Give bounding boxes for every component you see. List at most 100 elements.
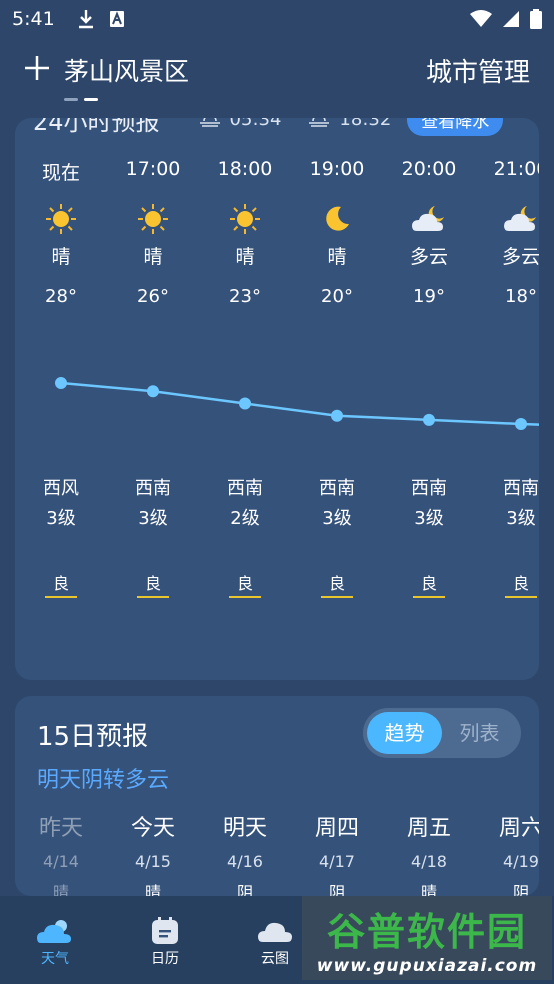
wind-level: 3级 bbox=[506, 508, 536, 529]
status-bar: 5:41 bbox=[0, 0, 554, 38]
day-name: 周五 bbox=[406, 816, 451, 841]
hour-temperature: 23° bbox=[229, 286, 261, 307]
header: 茅山风景区 城市管理 bbox=[0, 40, 554, 100]
nav-weather-label: 天气 bbox=[41, 951, 69, 967]
wind-direction: 西南 bbox=[411, 478, 447, 499]
city-name[interactable]: 茅山风景区 bbox=[64, 52, 189, 88]
hourly-item: 21:00 多云 18° bbox=[475, 158, 539, 307]
air-quality-label: 良 bbox=[320, 570, 353, 598]
hour-condition: 晴 bbox=[235, 246, 255, 268]
air-quality-label: 良 bbox=[136, 570, 169, 598]
signal-icon bbox=[503, 11, 519, 27]
hourly-item: 17:00 晴 26° bbox=[107, 158, 199, 307]
air-quality-label: 良 bbox=[504, 570, 537, 598]
download-icon bbox=[78, 10, 93, 29]
hour-condition: 晴 bbox=[51, 246, 71, 268]
status-time: 5:41 bbox=[12, 8, 55, 30]
day-date: 4/15 bbox=[135, 852, 171, 871]
wind-direction: 西南 bbox=[227, 478, 263, 499]
cloud-map-icon bbox=[258, 922, 292, 942]
hour-temperature: 18° bbox=[505, 286, 537, 307]
day-condition: 晴 bbox=[52, 883, 69, 896]
hour-condition: 多云 bbox=[409, 246, 448, 268]
hour-time: 现在 bbox=[41, 162, 80, 184]
plus-icon bbox=[25, 56, 49, 80]
wind-level: 3级 bbox=[414, 508, 444, 529]
day-date: 4/16 bbox=[227, 852, 263, 871]
air-quality-badge: 良 bbox=[15, 570, 107, 598]
add-city-button[interactable] bbox=[24, 52, 54, 88]
air-quality-badge: 良 bbox=[291, 570, 383, 598]
day-date: 4/18 bbox=[411, 852, 447, 871]
temperature-point bbox=[55, 377, 67, 389]
temperature-point bbox=[239, 397, 251, 410]
temperature-point bbox=[515, 418, 527, 430]
nav-weather[interactable]: 天气 bbox=[0, 896, 110, 984]
wind-level: 2级 bbox=[230, 508, 260, 529]
nav-calendar-label: 日历 bbox=[151, 951, 179, 967]
hourly-item: 19:00 晴 20° bbox=[291, 158, 383, 307]
page-dot-active bbox=[84, 98, 98, 101]
air-quality-badge: 良 bbox=[383, 570, 475, 598]
day-name: 周四 bbox=[314, 816, 359, 841]
day-condition: 阴 bbox=[328, 883, 345, 896]
air-quality-label: 良 bbox=[44, 570, 77, 598]
view-toggle: 趋势 列表 bbox=[363, 708, 521, 758]
day-name: 明天 bbox=[222, 816, 267, 841]
day-condition: 阴 bbox=[236, 883, 253, 896]
air-quality-label: 良 bbox=[412, 570, 445, 598]
wind-direction: 西南 bbox=[503, 478, 539, 499]
hour-time: 19:00 bbox=[309, 158, 365, 180]
day-name: 周六 bbox=[498, 816, 539, 841]
calendar-icon bbox=[152, 917, 178, 944]
wind-level: 3级 bbox=[322, 508, 352, 529]
day-condition: 晴 bbox=[420, 883, 437, 896]
daily-item[interactable]: 今天 4/15 晴 bbox=[107, 810, 199, 896]
toggle-trend[interactable]: 趋势 bbox=[367, 712, 442, 754]
hour-temperature: 28° bbox=[45, 286, 77, 307]
temperature-line bbox=[60, 381, 539, 426]
air-quality-badge: 良 bbox=[107, 570, 199, 598]
temperature-point bbox=[423, 413, 435, 426]
hourly-item: 现在晴 28° bbox=[15, 158, 107, 307]
hour-time: 20:00 bbox=[401, 158, 457, 180]
watermark-text: 谷普软件园 bbox=[326, 909, 527, 954]
daily-forecast-card: 15日预报 明天阴转多云 趋势 列表 昨天 4/14 晴 今天 4/15 晴 明天 4/16 阴… bbox=[15, 696, 539, 896]
hour-time: 18:00 bbox=[217, 158, 273, 180]
temperature-point bbox=[331, 409, 343, 422]
toggle-list[interactable]: 列表 bbox=[442, 712, 517, 754]
nav-calendar[interactable]: 日历 bbox=[110, 896, 220, 984]
wind-direction: 西风 bbox=[43, 478, 79, 499]
hourly-item: 20:00 多云 19° bbox=[383, 158, 475, 307]
sun-icon bbox=[199, 196, 291, 242]
hour-temperature: 26° bbox=[137, 286, 169, 307]
watermark-logo: 谷普软件园 www.gupuxiazai.com bbox=[302, 896, 552, 980]
page-indicator bbox=[64, 98, 98, 101]
daily-item[interactable]: 昨天 4/14 晴 bbox=[15, 810, 107, 896]
sun-icon bbox=[107, 196, 199, 242]
day-date: 4/19 bbox=[503, 852, 539, 871]
daily-item[interactable]: 周五 4/18 晴 bbox=[383, 810, 475, 896]
hour-condition: 晴 bbox=[327, 246, 347, 268]
city-manage-button[interactable]: 城市管理 bbox=[426, 52, 530, 89]
day-condition: 阴 bbox=[512, 883, 529, 896]
air-quality-badge: 良 bbox=[475, 570, 539, 598]
wifi-icon bbox=[470, 10, 492, 27]
wind-level: 3级 bbox=[138, 508, 168, 529]
hour-temperature: 19° bbox=[413, 286, 445, 307]
daily-summary: 明天阴转多云 bbox=[37, 768, 170, 793]
hourly-item: 18:00 晴 23° bbox=[199, 158, 291, 307]
hour-condition: 多云 bbox=[501, 246, 539, 268]
day-name: 昨天 bbox=[38, 816, 83, 841]
font-a-icon bbox=[109, 11, 124, 27]
cloudy-night-icon bbox=[383, 196, 475, 242]
hour-time: 17:00 bbox=[125, 158, 181, 180]
day-date: 4/14 bbox=[43, 852, 79, 871]
hourly-forecast-card: 24小时预报 05:34 18:32 查看降水 现在晴 28° 西风 3级良 17:00… bbox=[15, 118, 539, 680]
daily-item[interactable]: 周六 4/19 阴 bbox=[475, 810, 539, 896]
daily-item[interactable]: 明天 4/16 阴 bbox=[199, 810, 291, 896]
cloudy-night-icon bbox=[475, 196, 539, 242]
battery-icon bbox=[530, 9, 542, 29]
hour-time: 21:00 bbox=[493, 158, 539, 180]
daily-item[interactable]: 周四 4/17 阴 bbox=[291, 810, 383, 896]
